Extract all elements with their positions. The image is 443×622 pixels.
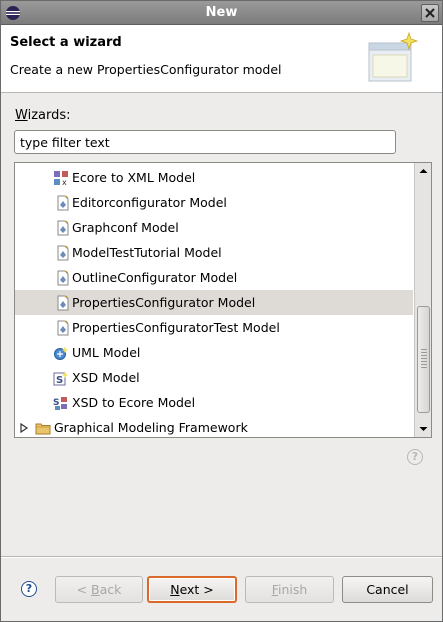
tree-item-label: UML Model <box>72 345 141 360</box>
title-bar[interactable]: New <box>1 1 442 25</box>
scroll-down-button[interactable] <box>416 422 431 436</box>
cancel-button[interactable]: Cancel <box>342 576 433 603</box>
tree-scrollbar[interactable] <box>414 163 431 437</box>
arrow-down-icon <box>419 427 428 431</box>
tree-item-modeltesttutorial[interactable]: ModelTestTutorial Model <box>15 240 413 265</box>
arrow-up-icon <box>419 169 428 173</box>
button-bar-separator <box>1 556 442 558</box>
xsd-to-ecore-icon: S <box>53 397 67 410</box>
scroll-grip <box>421 349 427 369</box>
tree-item-graphconf[interactable]: Graphconf Model <box>15 215 413 240</box>
back-button[interactable]: < Back <box>55 576 143 603</box>
help-button[interactable]: ? <box>21 581 37 597</box>
xsd-model-icon: S <box>53 371 68 386</box>
window-title: New <box>205 5 238 20</box>
model-file-icon <box>57 320 69 336</box>
back-button-prefix: < <box>76 582 92 597</box>
uml-model-icon <box>54 346 68 360</box>
next-button[interactable]: Next > <box>147 576 237 603</box>
tree-item-label: Ecore to XML Model <box>72 170 196 185</box>
wizards-label-mnemonic: W <box>15 108 28 123</box>
tree-item-propertiesconfigurator[interactable]: PropertiesConfigurator Model <box>15 290 413 315</box>
tree-item-editorconfigurator[interactable]: Editorconfigurator Model <box>15 190 413 215</box>
back-button-mnemonic: B <box>91 582 100 597</box>
tree-item-label: XSD Model <box>72 370 140 385</box>
new-wizard-dialog: New Select a wizard Create a new Propert… <box>0 0 443 622</box>
model-file-icon <box>57 245 69 261</box>
svg-text:S: S <box>56 375 63 386</box>
new-wizard-icon <box>368 31 419 82</box>
wizard-banner: Select a wizard Create a new PropertiesC… <box>1 25 442 93</box>
tree-item-label: PropertiesConfiguratorTest Model <box>72 320 280 335</box>
model-file-icon <box>57 195 69 211</box>
folder-icon <box>35 423 51 435</box>
tree-folder-graphical-modeling-framework[interactable]: Graphical Modeling Framework <box>15 415 413 437</box>
tree-item-xsd-model[interactable]: S XSD Model <box>15 365 413 390</box>
tree-item-label: Graphconf Model <box>72 220 179 235</box>
page-title: Select a wizard <box>10 35 122 50</box>
model-file-icon <box>57 295 69 311</box>
page-description: Create a new PropertiesConfigurator mode… <box>10 62 282 77</box>
tree-item-label: OutlineConfigurator Model <box>72 270 238 285</box>
tree-item-ecore-to-xml[interactable]: x Ecore to XML Model <box>15 165 413 190</box>
finish-button[interactable]: Finish <box>245 576 334 603</box>
next-button-label: ext > <box>179 582 214 597</box>
tree-item-label: PropertiesConfigurator Model <box>72 295 256 310</box>
help-hint-icon: ? <box>407 449 423 465</box>
next-button-mnemonic: N <box>170 582 180 597</box>
tree-item-label: ModelTestTutorial Model <box>72 245 222 260</box>
filter-input[interactable] <box>14 130 396 154</box>
wizard-tree[interactable]: x Ecore to XML Model Editorconfigurator … <box>14 162 432 438</box>
wizards-label: Wizards: <box>15 108 71 123</box>
back-button-label: ack <box>99 582 122 597</box>
wizards-label-text: izards: <box>27 108 71 123</box>
scroll-up-button[interactable] <box>416 164 431 178</box>
ecore-to-xml-icon: x <box>54 171 68 186</box>
close-button[interactable] <box>421 4 439 22</box>
svg-text:x: x <box>62 178 67 186</box>
expand-arrow-icon[interactable] <box>19 423 29 433</box>
tree-item-label: Editorconfigurator Model <box>72 195 227 210</box>
tree-item-xsd-to-ecore[interactable]: S XSD to Ecore Model <box>15 390 413 415</box>
finish-button-label: inish <box>277 582 308 597</box>
close-icon <box>425 8 435 18</box>
model-file-icon <box>57 270 69 286</box>
model-file-icon <box>57 220 69 236</box>
tree-folder-label: Graphical Modeling Framework <box>54 420 248 435</box>
tree-item-uml-model[interactable]: UML Model <box>15 340 413 365</box>
tree-item-outlineconfigurator[interactable]: OutlineConfigurator Model <box>15 265 413 290</box>
tree-item-label: XSD to Ecore Model <box>72 395 196 410</box>
scroll-thumb[interactable] <box>417 306 430 413</box>
tree-item-propertiesconfiguratortest[interactable]: PropertiesConfiguratorTest Model <box>15 315 413 340</box>
